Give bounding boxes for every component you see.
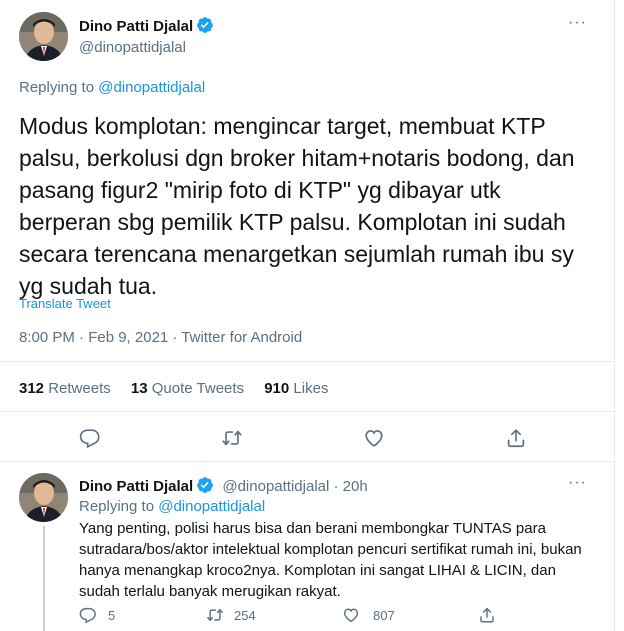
share-button[interactable] xyxy=(505,427,527,449)
reply-text: Yang penting, polisi harus bisa dan bera… xyxy=(79,520,582,600)
divider xyxy=(0,461,614,462)
retweet-icon xyxy=(207,609,223,621)
reply-reply-button[interactable]: 5 xyxy=(79,606,115,624)
verified-badge-icon xyxy=(196,476,214,498)
like-button[interactable] xyxy=(363,427,385,449)
reply-avatar[interactable] xyxy=(19,473,68,522)
tweet-timestamp[interactable]: 8:00 PM · Feb 9, 2021 · Twitter for Andr… xyxy=(19,329,302,346)
divider xyxy=(0,411,614,412)
retweet-count: 254 xyxy=(234,607,256,623)
more-icon[interactable]: ··· xyxy=(568,474,587,492)
tweet-text: Modus komplotan: mengincar target, membu… xyxy=(19,113,575,299)
like-count: 807 xyxy=(373,607,395,623)
likes-stat[interactable]: 910 Likes xyxy=(264,380,328,397)
share-icon xyxy=(480,607,494,623)
translate-tweet-link[interactable]: Translate Tweet xyxy=(19,296,111,311)
tweet-stats: 312 Retweets 13 Quote Tweets 910 Likes xyxy=(19,380,328,397)
like-icon xyxy=(365,430,383,447)
more-icon[interactable]: ··· xyxy=(568,14,587,32)
reply-retweet-button[interactable]: 254 xyxy=(206,606,256,624)
reply-replying-to-line: Replying to @dinopattidjalal xyxy=(79,498,265,515)
reply-icon xyxy=(79,429,100,449)
divider xyxy=(0,361,614,362)
tweet-thread: Dino Patti Djalal @dinopattidjalal ··· R… xyxy=(0,0,615,631)
thread-line xyxy=(43,526,45,631)
author-handle[interactable]: @dinopattidjalal xyxy=(79,39,186,56)
reply-button[interactable] xyxy=(79,427,101,449)
replying-to-link[interactable]: @dinopattidjalal xyxy=(158,498,265,515)
replying-prefix: Replying to xyxy=(79,498,155,515)
retweets-label: Retweets xyxy=(48,380,111,397)
reply-share-button[interactable] xyxy=(478,606,496,624)
avatar[interactable] xyxy=(19,12,68,61)
likes-count: 910 xyxy=(264,380,290,397)
quote-tweets-stat[interactable]: 13 Quote Tweets xyxy=(131,380,248,397)
verified-badge-icon xyxy=(196,16,214,39)
quote-tweets-label: Quote Tweets xyxy=(151,380,245,397)
retweet-icon xyxy=(222,430,242,446)
author-row: Dino Patti Djalal xyxy=(79,16,214,39)
retweets-count: 312 xyxy=(19,380,45,397)
replying-prefix: Replying to xyxy=(19,79,95,96)
replying-to-line: Replying to @dinopattidjalal xyxy=(19,79,205,96)
reply-author-name[interactable]: Dino Patti Djalal xyxy=(79,478,193,495)
likes-label: Likes xyxy=(293,380,329,397)
reply-count: 5 xyxy=(108,607,116,623)
reply-author-row: Dino Patti Djalal @dinopattidjalal · 20h xyxy=(79,476,368,498)
replying-to-link[interactable]: @dinopattidjalal xyxy=(98,79,205,96)
reply-icon xyxy=(79,607,96,624)
reply-author-handle[interactable]: @dinopattidjalal xyxy=(222,478,329,495)
quote-tweets-count: 13 xyxy=(130,380,148,397)
reply-like-button[interactable]: 807 xyxy=(342,606,395,624)
retweets-stat[interactable]: 312 Retweets xyxy=(19,380,115,397)
author-name[interactable]: Dino Patti Djalal xyxy=(79,18,193,35)
retweet-button[interactable] xyxy=(221,427,243,449)
reply-time[interactable]: · 20h xyxy=(334,478,368,495)
like-icon xyxy=(343,608,359,623)
share-icon xyxy=(507,429,525,448)
